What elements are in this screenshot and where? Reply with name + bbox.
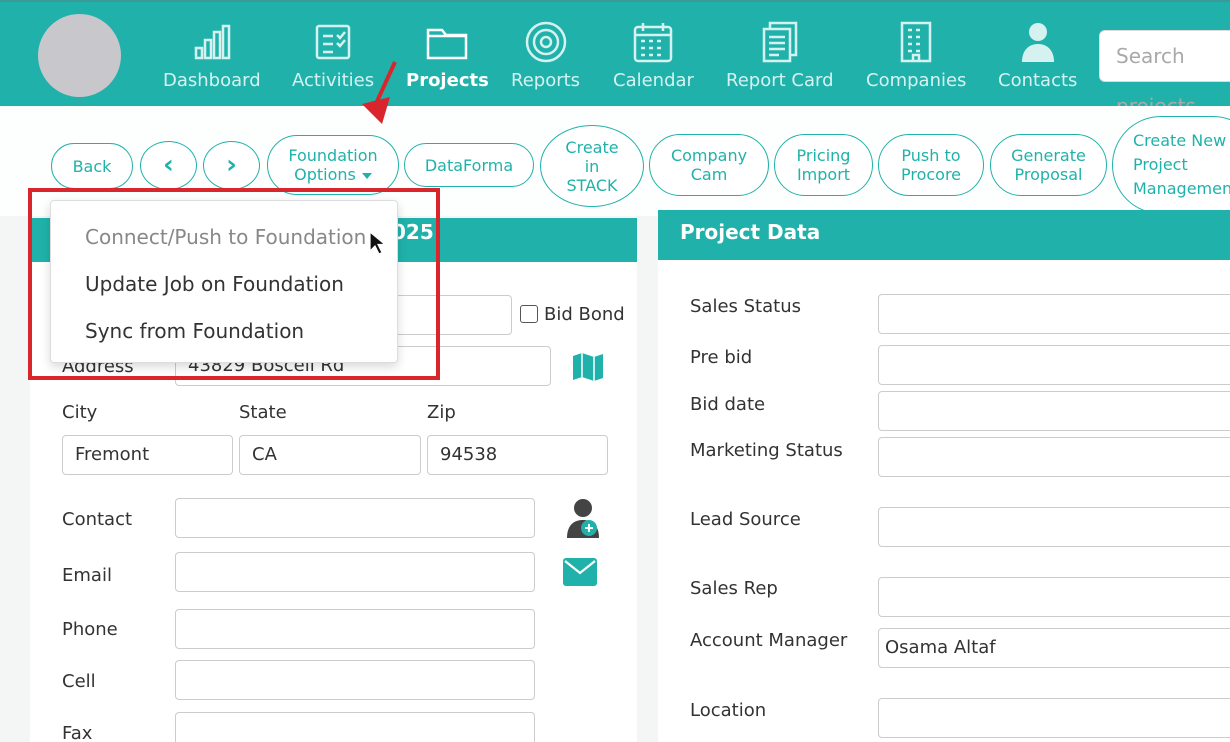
location-field[interactable]: [878, 698, 1230, 738]
panel-header: Project Data: [658, 210, 1230, 260]
mouse-cursor-icon: [369, 230, 386, 255]
avatar[interactable]: [38, 14, 121, 97]
menu-item-connect-push[interactable]: Connect/Push to Foundation: [85, 225, 366, 249]
foundation-options-label: Foundation Options: [288, 146, 378, 184]
cell-label: Cell: [62, 671, 96, 692]
target-icon: [524, 20, 568, 64]
top-navigation: Dashboard Activities Projects Reports Ca: [0, 0, 1230, 118]
report-card-icon: [758, 20, 802, 64]
bar-chart-icon: [190, 20, 234, 64]
contact-field[interactable]: [175, 498, 535, 538]
sales-rep-field[interactable]: [878, 577, 1230, 617]
cell-field[interactable]: [175, 660, 535, 700]
nav-label: Contacts: [998, 70, 1078, 91]
lead-source-field[interactable]: [878, 507, 1230, 547]
nav-projects[interactable]: Projects: [406, 20, 489, 91]
fax-label: Fax: [62, 723, 93, 742]
pricing-import-button[interactable]: Pricing Import: [774, 134, 873, 196]
person-icon: [1016, 20, 1060, 64]
nav-label: Report Card: [726, 70, 834, 91]
nav-reports[interactable]: Reports: [511, 20, 580, 91]
checklist-icon: [311, 20, 355, 64]
back-button[interactable]: Back: [51, 143, 133, 189]
add-contact-icon[interactable]: [566, 498, 600, 542]
nav-label: Dashboard: [163, 70, 261, 91]
nav-calendar[interactable]: Calendar: [613, 20, 694, 91]
nav-label: Calendar: [613, 70, 694, 91]
email-label: Email: [62, 565, 112, 586]
pre-bid-field[interactable]: [878, 345, 1230, 385]
phone-label: Phone: [62, 619, 118, 640]
marketing-status-label: Marketing Status: [690, 440, 843, 461]
nav-label: Companies: [866, 70, 967, 91]
bid-bond-label: Bid Bond: [544, 304, 625, 325]
mail-icon[interactable]: [563, 558, 597, 590]
company-cam-button[interactable]: Company Cam: [649, 134, 769, 196]
foundation-options-button[interactable]: Foundation Options: [267, 135, 399, 195]
app-window: Dashboard Activities Projects Reports Ca: [0, 0, 1230, 742]
nav-dashboard[interactable]: Dashboard: [163, 20, 261, 91]
calendar-icon: [631, 20, 675, 64]
create-new-project-management-button[interactable]: Create New Project Management: [1112, 116, 1230, 214]
account-manager-field[interactable]: Osama Altaf: [878, 628, 1230, 668]
location-label: Location: [690, 700, 767, 721]
nav-report-card[interactable]: Report Card: [726, 20, 834, 91]
nav-companies[interactable]: Companies: [866, 20, 966, 91]
menu-item-update-job[interactable]: Update Job on Foundation: [85, 272, 344, 296]
push-to-procore-button[interactable]: Push to Procore: [878, 134, 984, 196]
phone-field[interactable]: [175, 609, 535, 649]
map-icon[interactable]: [572, 352, 604, 386]
building-icon: [894, 20, 938, 64]
zip-label: Zip: [427, 402, 456, 423]
caret-down-icon: [361, 172, 372, 179]
account-manager-label: Account Manager: [690, 630, 848, 651]
next-button[interactable]: ›: [203, 141, 260, 190]
pre-bid-label: Pre bid: [690, 347, 753, 368]
panel-header-text: 025: [392, 220, 434, 244]
create-in-stack-button[interactable]: Create in STACK: [540, 125, 644, 207]
prev-button[interactable]: ‹: [140, 141, 197, 190]
state-field[interactable]: CA: [239, 435, 421, 475]
fax-field[interactable]: [175, 712, 535, 742]
lead-source-label: Lead Source: [690, 509, 801, 530]
bid-bond-checkbox[interactable]: [520, 305, 538, 323]
nav-label: Reports: [511, 70, 581, 91]
nav-label: Projects: [406, 70, 489, 91]
contact-label: Contact: [62, 509, 133, 530]
search-input[interactable]: Search projects: [1099, 30, 1230, 118]
foundation-options-menu: Connect/Push to Foundation Update Job on…: [50, 200, 398, 363]
zip-field[interactable]: 94538: [427, 435, 608, 475]
generate-proposal-button[interactable]: Generate Proposal: [990, 134, 1107, 196]
marketing-status-field[interactable]: [878, 437, 1230, 477]
dataforma-button[interactable]: DataForma: [404, 143, 534, 187]
sales-rep-label: Sales Rep: [690, 578, 778, 599]
sales-status-label: Sales Status: [690, 296, 801, 317]
menu-item-sync[interactable]: Sync from Foundation: [85, 319, 304, 343]
bid-date-field[interactable]: [878, 391, 1230, 431]
state-label: State: [239, 402, 287, 423]
bid-date-label: Bid date: [690, 394, 766, 415]
city-field[interactable]: Fremont: [62, 435, 233, 475]
nav-contacts[interactable]: Contacts: [998, 20, 1077, 91]
red-arrow-icon: [362, 61, 397, 124]
email-field[interactable]: [175, 552, 535, 592]
sales-status-field[interactable]: [878, 294, 1230, 334]
folder-icon: [425, 20, 469, 64]
city-label: City: [62, 402, 98, 423]
